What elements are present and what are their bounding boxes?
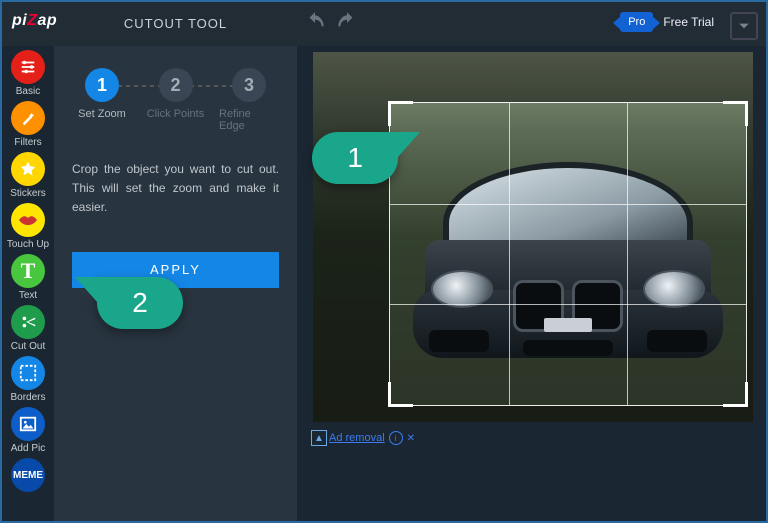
crop-rectangle[interactable] [389,102,747,406]
photo [313,52,753,422]
step-indicator: 1 Set Zoom 2 Click Points 3 Refine Edge [72,68,279,132]
redo-icon[interactable] [334,10,360,41]
sidebar-item-text[interactable]: T Text [2,254,54,301]
sidebar-item-label: Borders [10,392,45,403]
step-click-points[interactable]: 2 Click Points [146,68,206,120]
undo-icon[interactable] [302,10,328,41]
pro-badge[interactable]: Pro [620,12,653,32]
tool-sidebar: Basic Filters Stickers Touch Up T Text C… [2,46,54,521]
sidebar-item-label: Text [19,290,37,301]
sidebar-item-label: Cut Out [11,341,45,352]
step-label: Refine Edge [219,108,279,132]
step-description: Crop the object you want to cut out. Thi… [72,160,279,218]
crop-handle-tr[interactable] [723,101,748,126]
sidebar-item-meme[interactable]: MEME [2,458,54,492]
annotation-callout-1: 1 [312,132,398,184]
sidebar-item-label: Basic [16,86,40,97]
ad-close-icon[interactable]: ✕ [407,433,415,444]
sidebar-item-filters[interactable]: Filters [2,101,54,148]
free-trial-link[interactable]: Free Trial [663,15,714,29]
sliders-icon [11,50,45,84]
sidebar-item-borders[interactable]: Borders [2,356,54,403]
sidebar-item-label: Filters [14,137,41,148]
panel-title: CUTOUT TOOL [54,16,297,31]
crop-handle-br[interactable] [723,382,748,407]
sidebar-item-touchup[interactable]: Touch Up [2,203,54,250]
scissors-icon [11,305,45,339]
step-label: Set Zoom [78,108,126,120]
sidebar-item-label: Touch Up [7,239,49,250]
meme-icon: MEME [11,458,45,492]
step-refine-edge[interactable]: 3 Refine Edge [219,68,279,132]
app-logo: piZap [12,12,57,30]
broken-image-icon: ▲ [311,430,327,446]
step-set-zoom[interactable]: 1 Set Zoom [72,68,132,120]
sidebar-item-label: Add Pic [11,443,45,454]
sidebar-item-stickers[interactable]: Stickers [2,152,54,199]
sidebar-item-basic[interactable]: Basic [2,50,54,97]
menu-chevron-icon[interactable] [730,12,758,40]
crop-handle-tl[interactable] [388,101,413,126]
ad-removal-link[interactable]: ▲ Ad removal i ✕ [311,430,415,446]
crop-handle-bl[interactable] [388,382,413,407]
border-icon [11,356,45,390]
star-icon [11,152,45,186]
annotation-callout-2: 2 [97,277,183,329]
step-label: Click Points [147,108,204,120]
sidebar-item-label: Stickers [10,188,46,199]
text-icon: T [11,254,45,288]
sidebar-item-addpic[interactable]: Add Pic [2,407,54,454]
lips-icon [11,203,45,237]
sidebar-item-cutout[interactable]: Cut Out [2,305,54,352]
adchoices-icon[interactable]: i [389,431,403,445]
editor-canvas[interactable]: ▲ Ad removal i ✕ [297,46,766,521]
image-icon [11,407,45,441]
wand-icon [11,101,45,135]
